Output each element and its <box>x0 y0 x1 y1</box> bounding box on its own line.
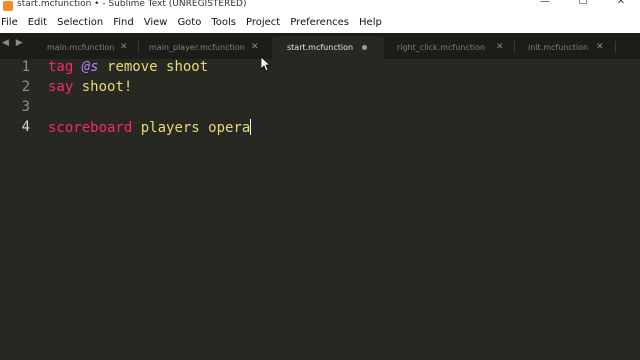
code-token-selector: @s <box>81 59 99 75</box>
line-number: 1 <box>21 59 30 75</box>
tab-separator <box>615 41 616 53</box>
code-line-4[interactable]: scoreboard players opera <box>48 119 252 136</box>
code-editor[interactable]: 1 2 3 4 tag @s remove shoot say shoot! s… <box>0 59 640 360</box>
tab-label: main.mcfunction <box>47 43 115 52</box>
tab-label: main_player.mcfunction <box>149 43 245 52</box>
menu-goto[interactable]: Goto <box>172 12 206 33</box>
sublime-window: start.mcfunction • - Sublime Text (UNREG… <box>0 0 640 360</box>
tab-close-icon[interactable]: ✕ <box>120 36 128 59</box>
code-token-command: scoreboard <box>48 120 133 136</box>
tab-label: right_click.mcfunction <box>397 43 486 52</box>
tab-bar: ◀ ▶ main.mcfunction ✕ main_player.mcfunc… <box>0 33 640 59</box>
menu-project[interactable]: Project <box>241 12 285 33</box>
tab-right-click[interactable]: right_click.mcfunction ✕ <box>386 36 514 59</box>
line-number-current: 4 <box>21 119 30 135</box>
tab-label: start.mcfunction <box>287 43 354 52</box>
code-token-args: shoot! <box>73 79 133 95</box>
code-line-2[interactable]: say shoot! <box>48 79 132 95</box>
tab-main-player[interactable]: main_player.mcfunction ✕ <box>139 36 269 59</box>
text-cursor <box>250 119 252 135</box>
tab-init[interactable]: init.mcfunction ✕ <box>515 36 615 59</box>
menu-help[interactable]: Help <box>354 12 387 33</box>
menu-find[interactable]: Find <box>108 12 139 33</box>
menu-view[interactable]: View <box>139 12 173 33</box>
menu-selection[interactable]: Selection <box>52 12 108 33</box>
tab-start[interactable]: start.mcfunction <box>272 36 384 59</box>
code-token-args: players opera <box>132 120 251 136</box>
line-number: 2 <box>21 79 30 95</box>
minimize-button[interactable]: — <box>526 0 564 9</box>
code-token-args: remove shoot <box>98 59 209 75</box>
line-number: 3 <box>21 99 30 115</box>
unsaved-dot-icon[interactable] <box>362 45 367 50</box>
tab-close-icon[interactable]: ✕ <box>596 36 604 59</box>
close-button[interactable]: ✕ <box>602 0 640 9</box>
mouse-pointer-icon <box>261 57 271 72</box>
menu-preferences[interactable]: Preferences <box>285 12 354 33</box>
menu-tools[interactable]: Tools <box>206 12 241 33</box>
tab-main[interactable]: main.mcfunction ✕ <box>30 36 138 59</box>
window-controls: — ☐ ✕ <box>526 0 640 9</box>
sublime-logo-icon <box>3 1 13 11</box>
tab-label: init.mcfunction <box>528 43 589 52</box>
tab-nav-arrows-icon[interactable]: ◀ ▶ <box>2 38 25 48</box>
code-token-command: say <box>48 79 74 95</box>
window-title: start.mcfunction • - Sublime Text (UNREG… <box>17 0 247 9</box>
title-bar: start.mcfunction • - Sublime Text (UNREG… <box>0 0 640 12</box>
code-token-command: tag <box>48 59 74 75</box>
menu-file[interactable]: File <box>0 12 23 33</box>
menu-edit[interactable]: Edit <box>23 12 52 33</box>
menu-bar: File Edit Selection Find View Goto Tools… <box>0 12 640 33</box>
tab-close-icon[interactable]: ✕ <box>251 36 259 59</box>
tab-close-icon[interactable]: ✕ <box>496 36 504 59</box>
maximize-button[interactable]: ☐ <box>564 0 602 9</box>
code-line-1[interactable]: tag @s remove shoot <box>48 59 208 75</box>
